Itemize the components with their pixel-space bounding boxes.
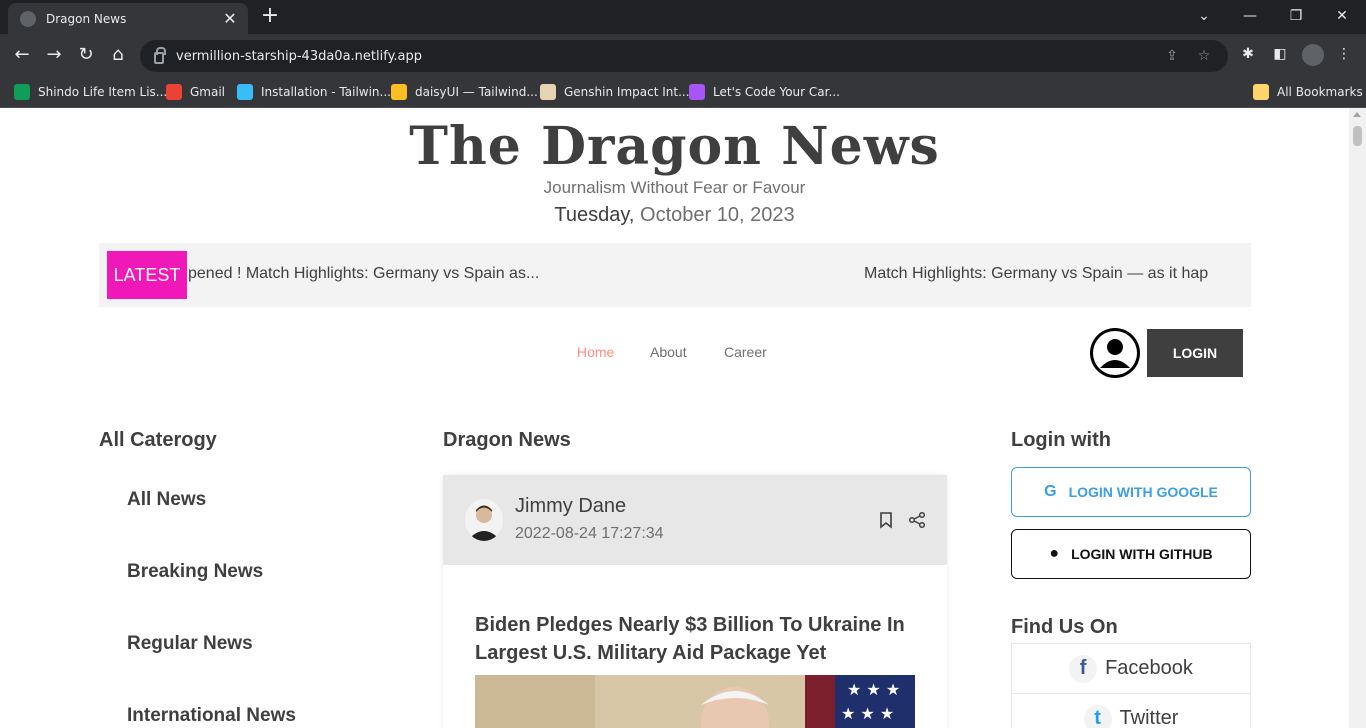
author-avatar: [465, 499, 503, 541]
tab-strip: Dragon News ✕ + ⌄ — ❐ ✕: [0, 0, 1366, 34]
bookmark-label: Installation - Tailwin...: [261, 85, 391, 99]
bookmark-item[interactable]: Genshin Impact Int...: [540, 82, 690, 102]
bookmarks-bar: Shindo Life Item Lis... Gmail Installati…: [0, 76, 1366, 108]
back-icon[interactable]: ←: [11, 44, 33, 66]
twitter-icon: t: [1083, 704, 1112, 728]
news-image[interactable]: ★ ★ ★ ★ ★ ★: [475, 675, 915, 728]
reload-icon[interactable]: ↻: [75, 44, 97, 66]
restore-icon[interactable]: ❐: [1284, 4, 1308, 28]
login-with-title: Login with: [1011, 429, 1111, 451]
svg-text:★ ★ ★: ★ ★ ★: [841, 704, 894, 723]
category-international-news[interactable]: International News: [127, 705, 296, 727]
user-avatar-icon[interactable]: [1090, 328, 1140, 378]
github-icon: ●: [1049, 545, 1060, 562]
scroll-up-icon[interactable]: [1353, 112, 1361, 117]
twitter-link[interactable]: t Twitter: [1012, 694, 1250, 728]
login-google-button[interactable]: G LOGIN WITH GOOGLE: [1011, 467, 1251, 517]
tab-title: Dragon News: [46, 11, 127, 26]
current-date: Tuesday, October 10, 2023: [0, 204, 1349, 227]
page-viewport: The Dragon News Journalism Without Fear …: [0, 108, 1349, 728]
publish-date: 2022-08-24 17:27:34: [515, 525, 664, 542]
gmail-icon: [166, 84, 182, 100]
current-day: Tuesday,: [554, 204, 635, 226]
login-google-label: LOGIN WITH GOOGLE: [1068, 484, 1218, 500]
scroll-thumb[interactable]: [1353, 126, 1362, 146]
site-logo: The Dragon News: [409, 116, 940, 177]
minimize-icon[interactable]: —: [1238, 4, 1262, 28]
forward-icon[interactable]: →: [43, 44, 65, 66]
lock-icon[interactable]: [154, 47, 166, 64]
home-icon[interactable]: ⌂: [107, 44, 129, 66]
bookmark-label: Genshin Impact Int...: [564, 85, 690, 99]
bookmark-label: Shindo Life Item Lis...: [38, 85, 168, 99]
url-text[interactable]: vermillion-starship-43da0a.netlify.app: [176, 49, 1150, 64]
play-icon: [689, 84, 705, 100]
tab-search-icon[interactable]: ⌄: [1192, 4, 1216, 28]
bookmark-item[interactable]: Shindo Life Item Lis...: [14, 82, 167, 102]
google-icon: G: [1044, 483, 1057, 500]
svg-text:★ ★ ★: ★ ★ ★: [847, 680, 900, 699]
bookmark-item[interactable]: Let's Code Your Car...: [689, 82, 840, 102]
tab-dragon-news[interactable]: Dragon News ✕: [8, 3, 248, 34]
extensions-icon[interactable]: ✱: [1239, 46, 1257, 62]
bookmark-star-icon[interactable]: ☆: [1194, 48, 1214, 64]
share-icon[interactable]: [908, 511, 926, 529]
browser-toolbar: ← → ↻ ⌂ vermillion-starship-43da0a.netli…: [0, 34, 1366, 76]
news-section-title: Dragon News: [443, 429, 571, 451]
spreadsheet-icon: [14, 84, 30, 100]
nav-career[interactable]: Career: [724, 344, 767, 360]
share-icon[interactable]: ⇪: [1162, 48, 1182, 64]
facebook-icon: f: [1069, 654, 1098, 683]
nav-about[interactable]: About: [650, 344, 687, 360]
close-window-icon[interactable]: ✕: [1330, 4, 1354, 28]
folder-icon: [1253, 84, 1269, 100]
bookmark-icon[interactable]: [877, 511, 895, 529]
bookmark-label: Gmail: [190, 85, 226, 99]
author-name: Jimmy Dane: [515, 495, 627, 517]
find-us-title: Find Us On: [1011, 616, 1118, 638]
all-bookmarks-label: All Bookmarks: [1277, 85, 1363, 99]
news-card: Jimmy Dane 2022-08-24 17:27:34 Biden Ple…: [443, 475, 947, 728]
facebook-link[interactable]: f Facebook: [1012, 644, 1250, 694]
menu-icon[interactable]: ⋮: [1335, 46, 1353, 62]
latest-badge: LATEST: [107, 251, 187, 299]
browser-chrome: Dragon News ✕ + ⌄ — ❐ ✕ ← → ↻ ⌂ vermilli…: [0, 0, 1366, 108]
genshin-icon: [540, 84, 556, 100]
bookmark-item[interactable]: daisyUI — Tailwind...: [391, 82, 538, 102]
twitter-label: Twitter: [1119, 707, 1179, 728]
facebook-label: Facebook: [1105, 657, 1193, 679]
page-scrollbar[interactable]: [1349, 108, 1366, 728]
login-github-button[interactable]: ● LOGIN WITH GITHUB: [1011, 529, 1251, 579]
new-tab-button[interactable]: +: [259, 5, 281, 27]
site-tagline: Journalism Without Fear or Favour: [543, 178, 806, 197]
marquee-headline[interactable]: Match Highlights: Germany vs Spain — as …: [864, 265, 1208, 283]
address-bar[interactable]: vermillion-starship-43da0a.netlify.app ⇪…: [140, 40, 1228, 72]
marquee-headline[interactable]: pened ! Match Highlights: Germany vs Spa…: [188, 265, 539, 283]
daisyui-icon: [391, 84, 407, 100]
login-github-label: LOGIN WITH GITHUB: [1071, 546, 1213, 562]
side-panel-icon[interactable]: ◧: [1271, 46, 1289, 62]
category-all-news[interactable]: All News: [127, 489, 206, 511]
login-button[interactable]: LOGIN: [1147, 329, 1243, 377]
tab-close-icon[interactable]: ✕: [222, 9, 238, 28]
tab-favicon-icon: [20, 10, 36, 27]
all-bookmarks[interactable]: All Bookmarks: [1253, 82, 1363, 102]
bookmark-item[interactable]: Installation - Tailwin...: [237, 82, 391, 102]
category-regular-news[interactable]: Regular News: [127, 633, 253, 655]
news-headline[interactable]: Biden Pledges Nearly $3 Billion To Ukrai…: [475, 611, 915, 667]
category-title: All Caterogy: [99, 429, 217, 451]
bookmark-label: Let's Code Your Car...: [713, 85, 840, 99]
tailwind-icon: [237, 84, 253, 100]
profile-avatar-icon[interactable]: [1302, 44, 1324, 66]
bookmark-item[interactable]: Gmail: [166, 82, 225, 102]
social-links: f Facebook t Twitter: [1011, 643, 1251, 728]
news-card-header: Jimmy Dane 2022-08-24 17:27:34: [443, 475, 947, 565]
current-date-value: October 10, 2023: [640, 204, 795, 226]
bookmark-label: daisyUI — Tailwind...: [415, 85, 538, 99]
latest-news-marquee: LATEST pened ! Match Highlights: Germany…: [99, 243, 1251, 307]
category-breaking-news[interactable]: Breaking News: [127, 561, 263, 583]
nav-home[interactable]: Home: [577, 344, 614, 360]
